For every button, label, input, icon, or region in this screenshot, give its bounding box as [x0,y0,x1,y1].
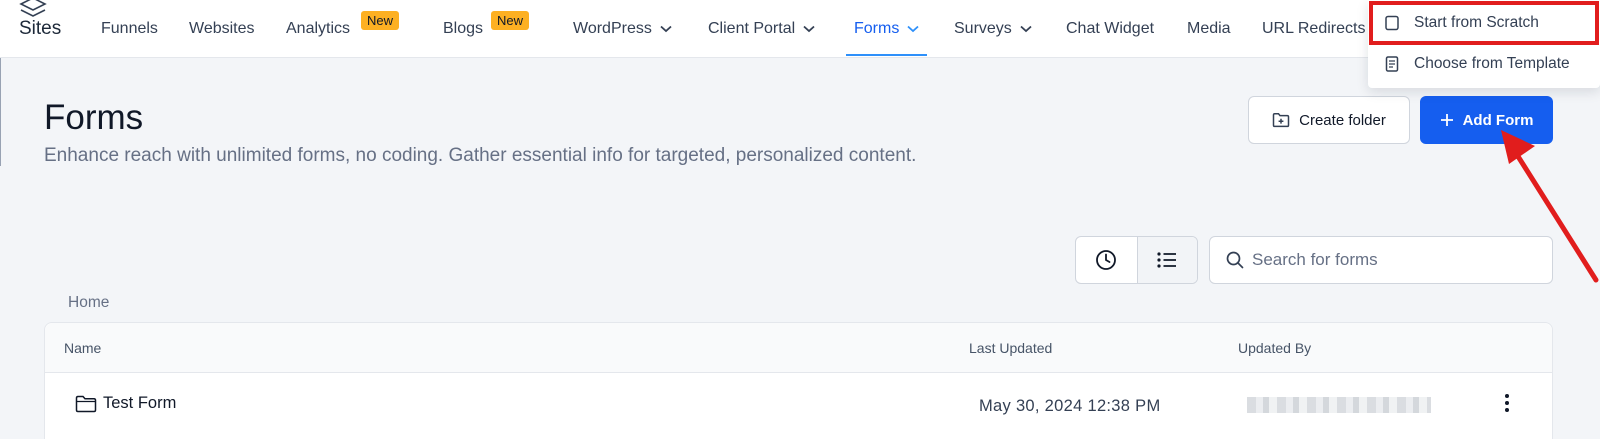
create-folder-label: Create folder [1299,111,1386,129]
nav-label: Blogs [443,20,484,37]
nav-label: Analytics [286,20,351,37]
add-form-label: Add Form [1462,111,1534,129]
nav-label: Chat Widget [1066,20,1155,37]
nav-wordpress[interactable]: WordPress [573,0,672,58]
nav-label: Client Portal [708,20,796,37]
forms-table: Name Last Updated Updated By Test Form M… [44,322,1553,439]
nav-label: URL Redirects [1262,20,1366,37]
nav-label: Websites [189,20,255,37]
nav-blogs[interactable]: Blogs [443,0,483,58]
breadcrumb-home[interactable]: Home [68,294,109,312]
list-view-button[interactable] [1136,237,1197,283]
active-tab-indicator [846,54,928,56]
table-header: Name Last Updated Updated By [45,323,1552,373]
nav-websites[interactable]: Websites [189,0,255,58]
nav-forms[interactable]: Forms [846,0,928,58]
row-last-updated: May 30, 2024 12:38 PM [979,397,1161,415]
nav-label: WordPress [573,20,652,37]
nav-client-portal[interactable]: Client Portal [708,0,815,58]
table-row[interactable]: Test Form May 30, 2024 12:38 PM [45,374,1552,439]
row-name-cell: Test Form [75,394,176,413]
nav-analytics[interactable]: Analytics [286,0,350,58]
window-edge [0,58,1,166]
nav-url-redirects[interactable]: URL Redirects [1262,0,1365,58]
nav-surveys[interactable]: Surveys [954,0,1032,58]
column-header-name[interactable]: Name [64,340,101,356]
page-subtitle: Enhance reach with unlimited forms, no c… [44,145,917,166]
view-toggle-group [1075,236,1198,284]
dropdown-item-label: Choose from Template [1414,55,1570,72]
chevron-down-icon [660,25,672,33]
plus-icon [1440,114,1453,126]
create-folder-button[interactable]: Create folder [1248,96,1410,144]
chevron-down-icon [803,25,815,33]
column-header-updated-by[interactable]: Updated By [1238,340,1311,356]
app-name: Sites [19,18,62,39]
recent-view-button[interactable] [1076,237,1137,283]
nav-chat-widget[interactable]: Chat Widget [1066,0,1154,58]
new-badge: New [361,11,400,30]
page-title: Forms [44,98,144,137]
layers-logo-icon [19,0,47,17]
add-form-dropdown: Start from Scratch Choose from Template [1368,0,1600,88]
row-updated-by-redacted [1247,397,1431,413]
blank-page-icon [1384,15,1400,31]
clock-icon [1096,250,1117,270]
nav-label: Surveys [954,20,1012,37]
row-name: Test Form [103,394,177,412]
vertical-dots-icon [1505,394,1509,412]
column-header-last-updated[interactable]: Last Updated [969,340,1052,356]
nav-funnels[interactable]: Funnels [101,0,158,58]
folder-icon [75,395,97,412]
new-badge: New [491,11,530,30]
nav-label: Media [1187,20,1231,37]
start-from-scratch-option[interactable]: Start from Scratch [1368,4,1600,42]
search-input[interactable] [1252,250,1542,270]
search-icon [1226,251,1244,269]
nav-label: Funnels [101,20,158,37]
folder-plus-icon [1272,113,1290,128]
template-doc-icon [1384,56,1400,72]
row-more-options-button[interactable] [1497,390,1517,416]
search-box [1209,236,1553,284]
dropdown-item-label: Start from Scratch [1414,14,1539,31]
choose-from-template-option[interactable]: Choose from Template [1368,45,1600,83]
chevron-down-icon [1020,25,1032,33]
list-icon [1157,252,1177,268]
add-form-button[interactable]: Add Form [1420,96,1553,144]
nav-media[interactable]: Media [1187,0,1231,58]
nav-label: Forms [854,20,900,37]
app-brand[interactable]: Sites [19,0,79,58]
chevron-down-icon [907,25,919,33]
top-navigation: Sites Funnels Websites Analytics New Blo… [0,0,1600,58]
